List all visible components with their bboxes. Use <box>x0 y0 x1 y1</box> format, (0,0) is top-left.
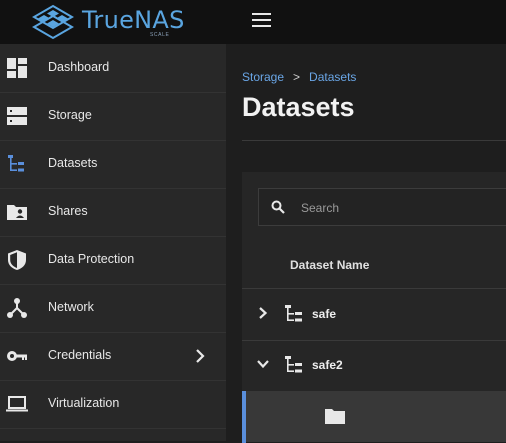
storage-icon <box>7 107 27 125</box>
breadcrumb-storage-link[interactable]: Storage <box>242 70 284 84</box>
table-row[interactable]: safe <box>242 289 506 341</box>
menu-toggle-icon[interactable] <box>252 13 271 29</box>
sidebar-item-storage[interactable]: Storage <box>0 92 226 141</box>
dataset-name: safe <box>312 307 337 321</box>
sidebar-item-label: Virtualization <box>48 396 120 410</box>
chevron-right-icon <box>196 349 205 363</box>
datasets-card: Dataset Name safe <box>242 172 506 443</box>
search-icon <box>271 200 285 214</box>
app-edition: SCALE <box>150 32 170 38</box>
breadcrumb-separator: > <box>293 70 301 84</box>
search-field[interactable] <box>258 188 506 226</box>
sidebar-item-label: Dashboard <box>48 60 110 74</box>
app-name: TrueNAS <box>82 6 185 34</box>
sidebar-item-dashboard[interactable]: Dashboard <box>0 44 226 93</box>
top-bar: TrueNAS SCALE <box>0 0 506 44</box>
sidebar-item-label: Shares <box>48 204 88 218</box>
shield-icon <box>8 250 26 270</box>
sidebar-item-label: Data Protection <box>48 252 135 266</box>
breadcrumb: Storage > Datasets <box>242 70 356 84</box>
shares-folder-icon <box>7 205 27 220</box>
laptop-icon <box>6 396 28 412</box>
sidebar-item-datasets[interactable]: Datasets <box>0 140 226 189</box>
sidebar-item-label: Storage <box>48 108 92 122</box>
dataset-name: safe2 <box>312 358 343 372</box>
sidebar-item-label: Credentials <box>48 348 112 362</box>
network-icon <box>7 298 27 318</box>
title-divider <box>242 140 506 141</box>
main-content: Storage > Datasets Datasets Dataset Name <box>226 44 506 443</box>
dashboard-icon <box>7 58 27 78</box>
folder-icon <box>325 409 345 424</box>
sidebar-item-credentials[interactable]: Credentials <box>0 332 226 381</box>
sidebar-item-network[interactable]: Network <box>0 284 226 333</box>
truenas-logo-mark-icon <box>32 4 74 40</box>
datasets-icon <box>8 155 24 172</box>
sidebar-item-data-protection[interactable]: Data Protection <box>0 236 226 285</box>
sidebar-item-label: Datasets <box>48 156 98 170</box>
chevron-right-icon[interactable] <box>256 306 270 320</box>
sidebar-item-shares[interactable]: Shares <box>0 188 226 237</box>
key-icon <box>7 351 27 361</box>
dataset-tree-icon <box>285 356 302 373</box>
selection-indicator <box>242 391 246 443</box>
breadcrumb-datasets-link[interactable]: Datasets <box>309 70 356 84</box>
table-row-selected[interactable] <box>242 391 506 443</box>
chevron-down-icon[interactable] <box>256 357 270 371</box>
sidebar-item-virtualization[interactable]: Virtualization <box>0 380 226 429</box>
page-title: Datasets <box>242 92 355 122</box>
sidebar: Dashboard Storage Datasets Shares Data P… <box>0 44 226 441</box>
dataset-tree-icon <box>285 305 302 322</box>
sidebar-item-label: Network <box>48 300 94 314</box>
search-input[interactable] <box>299 197 503 219</box>
table-row[interactable]: safe2 <box>242 340 506 392</box>
column-header-dataset-name[interactable]: Dataset Name <box>290 258 369 272</box>
